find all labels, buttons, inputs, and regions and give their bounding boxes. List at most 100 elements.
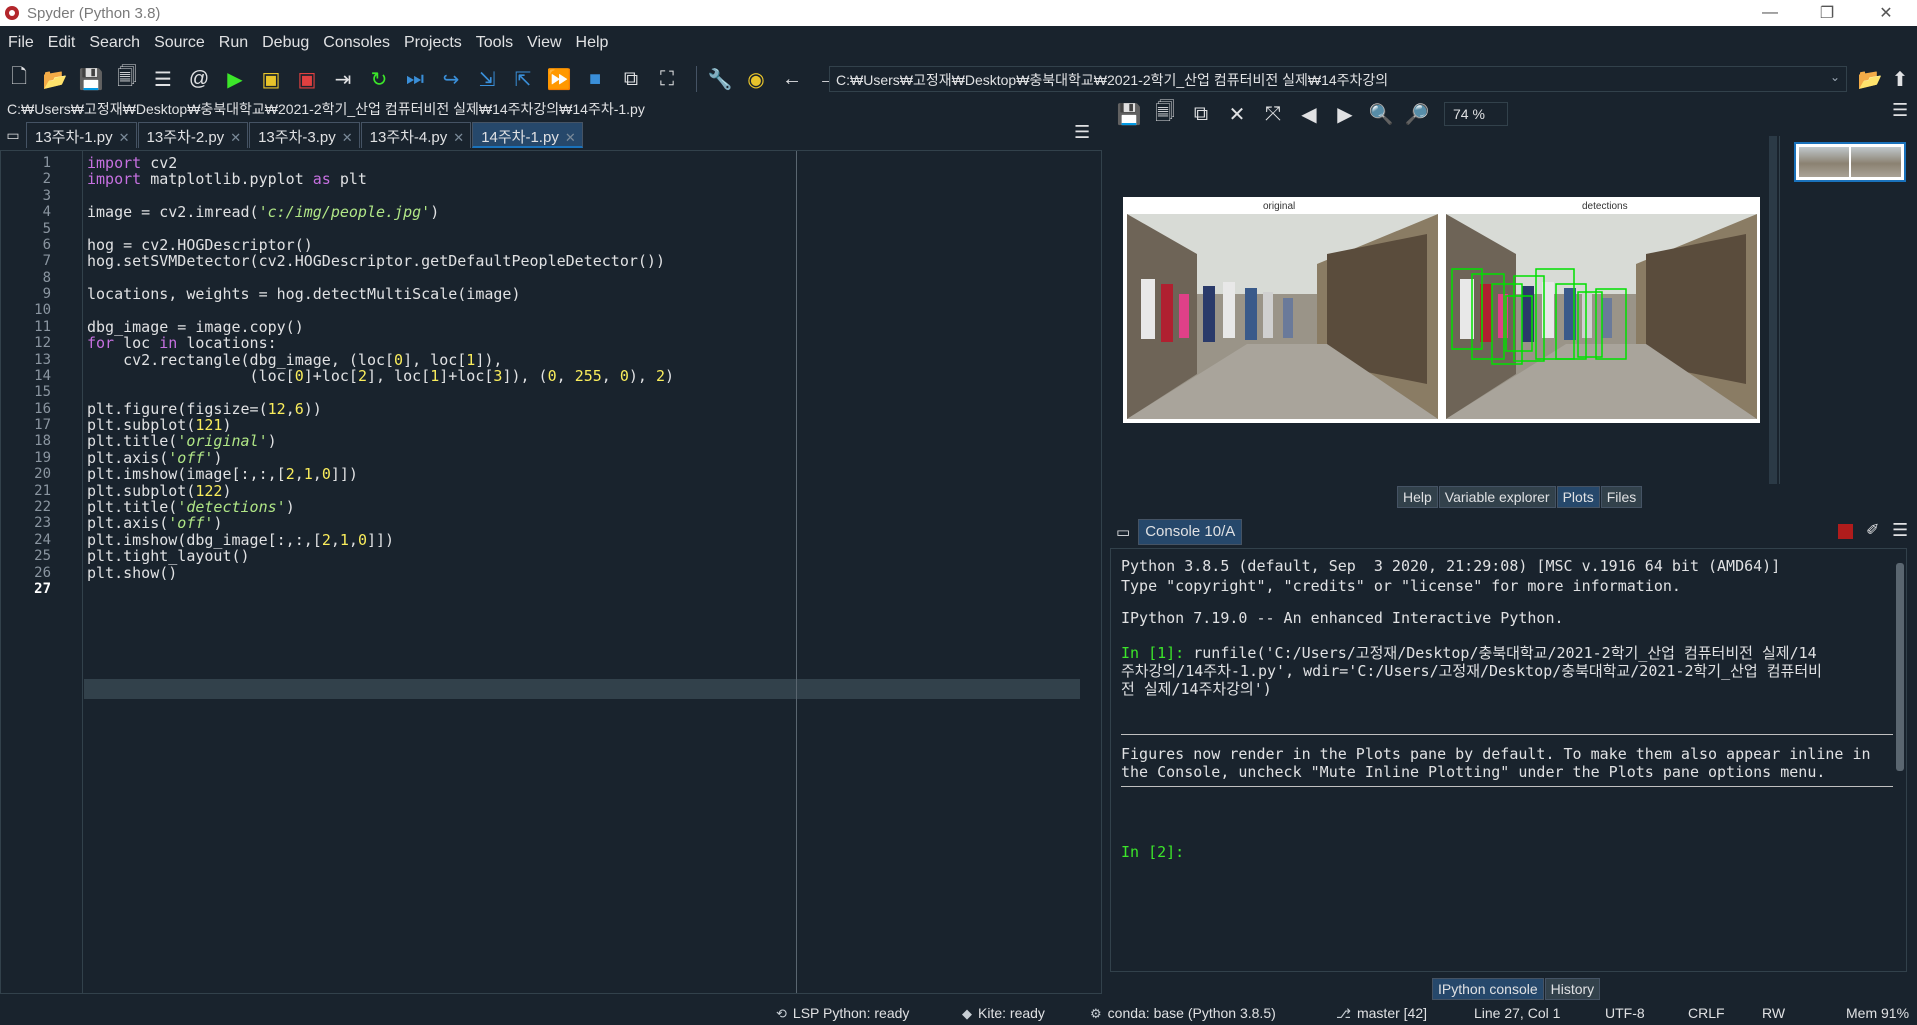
status-cursor-position: Line 27, Col 1 <box>1474 1005 1561 1021</box>
next-plot-icon[interactable]: ▶ <box>1330 99 1360 129</box>
close-tab-icon[interactable]: ✕ <box>342 130 353 145</box>
console-tab[interactable]: Console 10/A <box>1138 519 1243 545</box>
console-scrollbar[interactable] <box>1896 563 1904 959</box>
tab-help[interactable]: Help <box>1397 486 1438 508</box>
tab-variable-explorer[interactable]: Variable explorer <box>1438 486 1556 508</box>
plot-scrollbar[interactable] <box>1769 136 1777 484</box>
stop-debug-icon[interactable]: ■ <box>580 64 610 94</box>
continue-icon[interactable]: ⏩ <box>544 64 574 94</box>
list-icon[interactable]: ☰ <box>148 64 178 94</box>
kite-icon: ◆ <box>962 1006 972 1021</box>
close-tab-icon[interactable]: ✕ <box>119 130 130 145</box>
console-banner-line: Type "copyright", "credits" or "license"… <box>1121 577 1681 595</box>
run-selection-icon[interactable]: ⇥ <box>328 64 358 94</box>
close-tab-icon[interactable]: ✕ <box>565 130 576 145</box>
tab-13-4[interactable]: 13주차-4.py ✕ <box>360 122 472 148</box>
editor-file-path: C:₩Users₩고정재₩Desktop₩충북대학교₩2021-2학기_산업 컴… <box>7 101 645 117</box>
python-path-icon[interactable]: ◉ <box>741 64 771 94</box>
step-into-icon[interactable]: ⇲ <box>472 64 502 94</box>
tab-history[interactable]: History <box>1544 978 1601 1000</box>
line-number: 8 <box>42 269 51 286</box>
editor-options-menu-icon[interactable]: ☰ <box>1074 122 1090 143</box>
new-file-icon[interactable]: 🗋 <box>4 64 34 94</box>
plot-thumbnails <box>1779 136 1917 484</box>
save-plot-icon[interactable]: 💾 <box>1114 99 1144 129</box>
line-number-gutter: 1 2 3 4 5 6 7 8 9 10 11 12 13 14 15 16 17 18 19 20 21 22 23 24 2… <box>1 151 83 993</box>
maximize-pane-icon[interactable]: ⧉ <box>616 64 646 94</box>
maximize-button[interactable]: ❐ <box>1804 0 1850 26</box>
preferences-wrench-icon[interactable]: 🔧 <box>705 64 735 94</box>
working-directory-input[interactable]: C:₩Users₩고정재₩Desktop₩충북대학교₩2021-2학기_산업 컴… <box>829 66 1847 92</box>
minimize-button[interactable]: — <box>1747 0 1793 26</box>
plot-thumbnail[interactable] <box>1794 142 1906 182</box>
zoom-out-icon[interactable]: 🔍 <box>1366 99 1396 129</box>
conda-icon: ⚙ <box>1090 1006 1102 1021</box>
rerun-icon[interactable]: ↻ <box>364 64 394 94</box>
status-bar: ⟲ LSP Python: ready ◆ Kite: ready ⚙ conda: … <box>0 1002 1917 1025</box>
tab-13-2[interactable]: 13주차-2.py ✕ <box>137 122 249 148</box>
zoom-in-icon[interactable]: 🔎 <box>1402 99 1432 129</box>
open-file-icon[interactable]: 📂 <box>40 64 70 94</box>
menu-source[interactable]: Source <box>147 34 212 52</box>
menu-search[interactable]: Search <box>82 34 147 52</box>
chevron-down-icon[interactable]: ⌄ <box>1830 70 1840 84</box>
line-number: 7 <box>42 253 51 270</box>
run-icon[interactable]: ▶ <box>220 64 250 94</box>
tab-13-1[interactable]: 13주차-1.py ✕ <box>26 122 137 148</box>
menu-debug[interactable]: Debug <box>255 34 316 52</box>
line-number: 22 <box>34 498 51 515</box>
interrupt-kernel-icon[interactable] <box>1838 524 1853 539</box>
line-number: 14 <box>34 367 51 384</box>
save-icon[interactable]: 💾 <box>76 64 106 94</box>
menu-help[interactable]: Help <box>569 34 616 52</box>
close-tab-icon[interactable]: ✕ <box>230 130 241 145</box>
menu-tools[interactable]: Tools <box>469 34 520 52</box>
menu-file[interactable]: File <box>0 34 41 52</box>
code-line: dbg_image = image.copy() <box>87 317 304 336</box>
plots-options-menu-icon[interactable]: ☰ <box>1892 100 1908 121</box>
parent-directory-icon[interactable]: ⬆ <box>1885 64 1915 94</box>
menu-run[interactable]: Run <box>212 34 255 52</box>
tab-files[interactable]: Files <box>1600 486 1643 508</box>
tab-plots[interactable]: Plots <box>1556 486 1600 508</box>
menu-edit[interactable]: Edit <box>41 34 83 52</box>
menu-projects[interactable]: Projects <box>397 34 469 52</box>
ipython-console[interactable]: Python 3.8.5 (default, Sep 3 2020, 21:29… <box>1110 548 1907 972</box>
tab-14-1[interactable]: 14주차-1.py ✕ <box>472 122 583 148</box>
save-all-plots-icon[interactable]: 🗐 <box>1150 99 1180 129</box>
menu-consoles[interactable]: Consoles <box>316 34 397 52</box>
browse-folder-icon[interactable]: 📂 <box>1855 64 1885 94</box>
remove-all-plots-icon[interactable]: ⤧ <box>1258 99 1288 129</box>
at-icon[interactable]: @ <box>184 64 214 94</box>
tab-ipython-console[interactable]: IPython console <box>1432 978 1544 1000</box>
spyder-logo-icon <box>5 6 19 20</box>
step-return-icon[interactable]: ⇱ <box>508 64 538 94</box>
line-number: 26 <box>34 564 51 581</box>
fullscreen-icon[interactable]: ⛶ <box>652 64 682 94</box>
tab-13-3[interactable]: 13주차-3.py ✕ <box>249 122 360 148</box>
browse-tabs-icon[interactable]: ▭ <box>0 122 26 148</box>
console-options-menu-icon[interactable]: ☰ <box>1892 520 1908 541</box>
step-icon[interactable]: ↪ <box>436 64 466 94</box>
copy-plot-icon[interactable]: ⧉ <box>1186 99 1216 129</box>
browse-consoles-icon[interactable]: ▭ <box>1116 523 1130 541</box>
line-number: 17 <box>34 417 51 434</box>
zoom-level-field[interactable]: 74 % <box>1444 102 1508 126</box>
status-lsp: LSP Python: ready <box>792 1005 910 1021</box>
title-bar: Spyder (Python 3.8) — ❐ ✕ <box>0 0 1917 26</box>
clear-console-icon[interactable]: ✐ <box>1866 520 1879 540</box>
previous-plot-icon[interactable]: ◀ <box>1294 99 1324 129</box>
code-editor[interactable]: 1 2 3 4 5 6 7 8 9 10 11 12 13 14 15 16 17 18 19 20 21 22 23 24 2… <box>0 150 1102 994</box>
plots-toolbar: 💾 🗐 ⧉ ✕ ⤧ ◀ ▶ 🔍 🔎 74 % <box>1110 97 1917 131</box>
lsp-icon: ⟲ <box>776 1006 787 1021</box>
save-all-icon[interactable]: 🗐 <box>112 64 142 94</box>
remove-plot-icon[interactable]: ✕ <box>1222 99 1252 129</box>
close-tab-icon[interactable]: ✕ <box>453 130 464 145</box>
debug-icon[interactable]: ⏭ <box>400 64 430 94</box>
menu-view[interactable]: View <box>520 34 568 52</box>
tab-label: 14주차-1.py <box>481 129 559 146</box>
close-button[interactable]: ✕ <box>1863 0 1909 26</box>
run-cell-advance-icon[interactable]: ▣ <box>292 64 322 94</box>
run-cell-icon[interactable]: ▣ <box>256 64 286 94</box>
back-arrow-icon[interactable]: ← <box>777 64 807 94</box>
